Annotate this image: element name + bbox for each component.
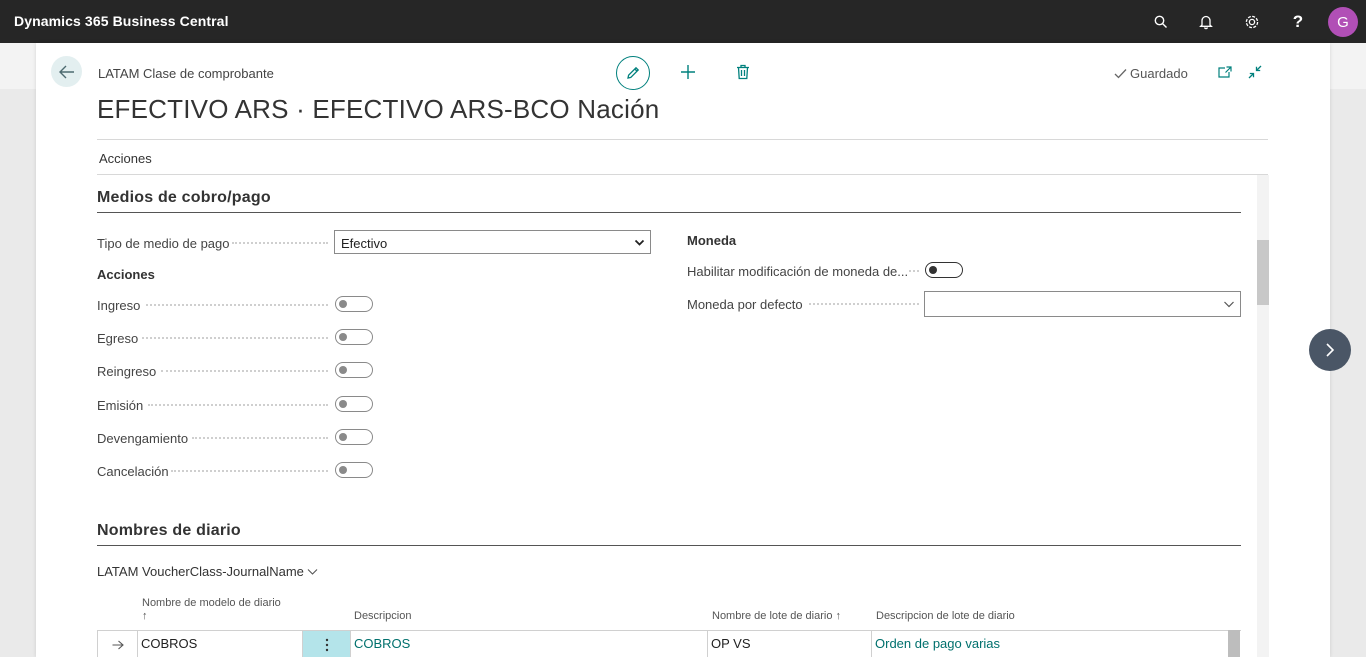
tipo-medio-label: Tipo de medio de pago xyxy=(97,236,230,251)
chevron-down-icon xyxy=(634,239,645,246)
toggle-knob xyxy=(339,366,347,374)
toggle-emision[interactable] xyxy=(335,396,373,412)
bell-icon[interactable] xyxy=(1195,11,1217,33)
chevron-right-icon xyxy=(1326,343,1335,357)
toggle-label-emision: Emisión xyxy=(97,398,144,413)
section-title-medios[interactable]: Medios de cobro/pago xyxy=(97,189,271,207)
collapse-icon xyxy=(1248,65,1262,79)
toggle-cancelacion[interactable] xyxy=(335,462,373,478)
section-title-diario[interactable]: Nombres de diario xyxy=(97,522,241,540)
saved-status: Guardado xyxy=(1114,66,1188,81)
popout-icon xyxy=(1218,66,1232,78)
arrow-left-icon xyxy=(58,65,74,78)
breadcrumb: LATAM Clase de comprobante xyxy=(98,66,274,81)
back-button[interactable] xyxy=(51,56,82,87)
toggle-habilitar-moneda[interactable] xyxy=(925,262,963,278)
toggle-egreso[interactable] xyxy=(335,329,373,345)
pencil-icon xyxy=(627,66,640,79)
cell-modelo[interactable]: COBROS xyxy=(138,631,303,657)
habilitar-moneda-label: Habilitar modificación de moneda de... xyxy=(687,264,907,279)
column-header-modelo[interactable]: Nombre de modelo de diario ↑ xyxy=(142,597,292,622)
cell-lote[interactable]: OP VS xyxy=(708,631,872,657)
toggle-ingreso[interactable] xyxy=(335,296,373,312)
add-button[interactable] xyxy=(678,62,698,82)
toggle-label-devengamiento: Devengamiento xyxy=(97,431,189,446)
row-indicator xyxy=(98,631,138,657)
chevron-down-icon xyxy=(1224,301,1234,308)
sort-arrow-icon: ↑ xyxy=(142,610,148,622)
tipo-medio-select[interactable]: Efectivo xyxy=(334,230,651,254)
chevron-down-icon xyxy=(307,568,318,575)
label-leader xyxy=(171,470,328,472)
more-vertical-icon xyxy=(325,638,328,651)
gear-icon[interactable] xyxy=(1241,11,1263,33)
label-leader xyxy=(146,304,328,306)
toggle-knob xyxy=(339,333,347,341)
check-icon xyxy=(1114,69,1127,79)
table-row[interactable]: COBROS COBROS OP VS Orden de pago varias xyxy=(97,630,1241,657)
collapse-button[interactable] xyxy=(1245,62,1265,82)
toggle-knob xyxy=(339,300,347,308)
trash-icon xyxy=(737,64,749,80)
delete-button[interactable] xyxy=(733,62,753,82)
cell-descripcion[interactable]: COBROS xyxy=(351,631,708,657)
actions-menu[interactable]: Acciones xyxy=(99,151,152,166)
table-scrollbar[interactable] xyxy=(1228,630,1240,657)
avatar[interactable]: G xyxy=(1328,7,1358,37)
toggle-label-reingreso: Reingreso xyxy=(97,364,157,379)
toggle-knob xyxy=(929,266,937,274)
saved-status-text: Guardado xyxy=(1130,66,1188,81)
subpage-title-text: LATAM VoucherClass-JournalName xyxy=(97,564,304,579)
moneda-defecto-label: Moneda por defecto xyxy=(687,297,803,312)
subpage-title[interactable]: LATAM VoucherClass-JournalName xyxy=(97,564,318,579)
column-header-descripcion[interactable]: Descripcion xyxy=(354,610,411,622)
toggle-knob xyxy=(339,466,347,474)
toggle-devengamiento[interactable] xyxy=(335,429,373,445)
column-header-lote[interactable]: Nombre de lote de diario ↑ xyxy=(712,610,841,622)
search-icon[interactable] xyxy=(1150,11,1172,33)
toggle-label-ingreso: Ingreso xyxy=(97,298,141,313)
toggle-knob xyxy=(339,433,347,441)
toggle-label-egreso: Egreso xyxy=(97,331,139,346)
toggle-knob xyxy=(339,400,347,408)
label-leader xyxy=(142,337,328,339)
page-title: EFECTIVO ARS · EFECTIVO ARS-BCO Nación xyxy=(97,94,660,124)
label-leader xyxy=(909,270,919,272)
scrollbar-thumb[interactable] xyxy=(1257,240,1269,305)
cell-descripcion-lote[interactable]: Orden de pago varias xyxy=(872,631,1229,657)
column-header-modelo-text: Nombre de modelo de diario xyxy=(142,597,281,609)
toggle-reingreso[interactable] xyxy=(335,362,373,378)
label-leader xyxy=(232,242,328,244)
row-actions-button[interactable] xyxy=(303,631,351,657)
section-divider xyxy=(97,212,1241,213)
arrow-right-icon xyxy=(112,640,124,649)
edit-button[interactable] xyxy=(616,56,650,90)
open-new-window-button[interactable] xyxy=(1215,62,1235,82)
divider xyxy=(97,174,1268,175)
column-header-descripcion-lote[interactable]: Descripcion de lote de diario xyxy=(876,610,1015,622)
moneda-defecto-select[interactable] xyxy=(924,291,1241,317)
label-leader xyxy=(809,303,919,305)
label-leader xyxy=(148,404,328,406)
top-bar: Dynamics 365 Business Central ? G xyxy=(0,0,1366,43)
plus-icon xyxy=(681,65,695,79)
help-icon[interactable]: ? xyxy=(1287,11,1309,33)
divider xyxy=(97,139,1268,140)
label-leader xyxy=(161,370,328,372)
toggle-label-cancelacion: Cancelación xyxy=(97,464,169,479)
label-leader xyxy=(192,437,328,439)
sort-arrow-icon: ↑ xyxy=(835,610,842,622)
app-title: Dynamics 365 Business Central xyxy=(14,13,229,29)
column-header-lote-text: Nombre de lote de diario xyxy=(712,610,833,622)
section-divider xyxy=(97,545,1241,546)
next-record-button[interactable] xyxy=(1309,329,1351,371)
tipo-medio-value: Efectivo xyxy=(341,236,388,251)
moneda-group-title: Moneda xyxy=(687,233,737,248)
acciones-group-title: Acciones xyxy=(97,267,155,282)
